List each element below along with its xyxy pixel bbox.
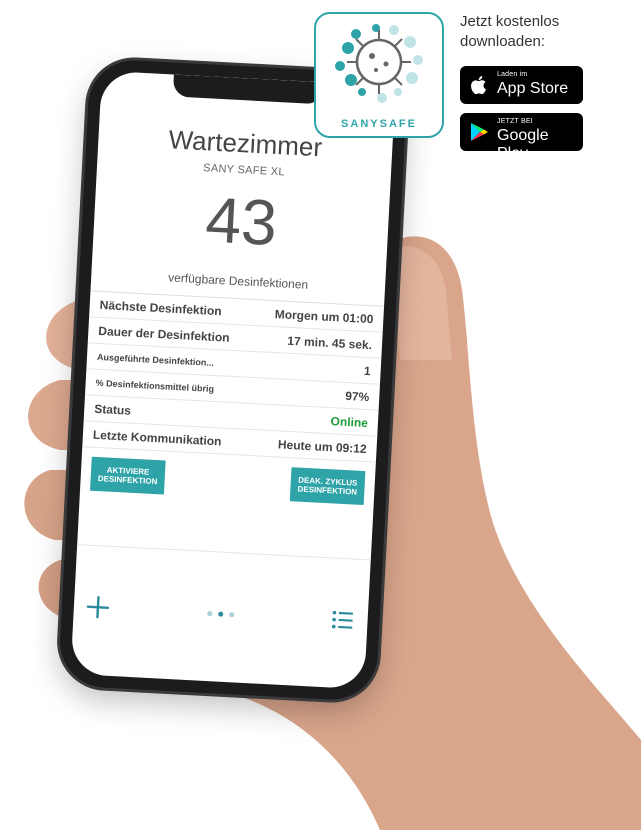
virus-logo-icon [335, 24, 423, 103]
google-play-big-text: Google Play [497, 127, 549, 162]
app-store-button[interactable]: Laden im App Store [460, 66, 583, 104]
app-store-small-text: Laden im [497, 71, 528, 78]
logo-text: SANYSAFE [341, 118, 417, 130]
available-label: verfügbare Desinfektionen [167, 270, 309, 292]
info-label: % Desinfektionsmittel übrig [95, 377, 215, 394]
sanysafe-logo: SANYSAFE [314, 12, 444, 138]
info-label: Nächste Desinfektion [99, 297, 223, 318]
activate-disinfection-button[interactable]: AKTIVIERE DESINFEKTION [90, 456, 166, 495]
info-value: 1 [363, 363, 372, 378]
google-play-button[interactable]: JETZT BEI Google Play [460, 113, 583, 162]
info-table: Nächste Desinfektion Morgen um 01:00 Dau… [82, 290, 385, 463]
plus-icon[interactable] [85, 595, 110, 620]
google-play-small-text: JETZT BEI [497, 118, 533, 125]
deactivate-cycle-button[interactable]: DEAK. ZYKLUS DESINFEKTION [289, 467, 366, 506]
bottom-bar [73, 590, 369, 645]
info-value: Heute um 09:12 [277, 436, 367, 456]
page-dot[interactable] [207, 610, 213, 617]
info-label: Dauer der Desinfektion [98, 323, 230, 345]
phone-notch [172, 74, 324, 105]
app-screen: Wartezimmer SANY SAFE XL 43 verfügbare D… [70, 70, 396, 690]
info-label: Letzte Kommunikation [92, 427, 222, 448]
download-title: Jetzt kostenlos downloaden: [460, 13, 560, 50]
info-value: 97% [344, 388, 370, 404]
available-count: 43 [203, 183, 279, 260]
page-dot-active[interactable] [218, 611, 224, 617]
info-label: Status [93, 401, 132, 418]
info-value: 17 min. 45 sek. [287, 333, 373, 352]
status-badge: Online [330, 413, 369, 430]
phone-device: Wartezimmer SANY SAFE XL 43 verfügbare D… [57, 58, 409, 702]
page-dots [207, 610, 235, 618]
info-value: Morgen um 01:00 [274, 306, 374, 326]
list-icon[interactable] [331, 610, 354, 631]
app-store-big-text: App Store [497, 80, 569, 97]
apple-icon [471, 76, 486, 95]
divider [77, 544, 371, 561]
info-label: Ausgeführte Desinfektion... [96, 351, 215, 368]
page-dot[interactable] [229, 612, 235, 618]
google-play-icon [471, 123, 488, 141]
